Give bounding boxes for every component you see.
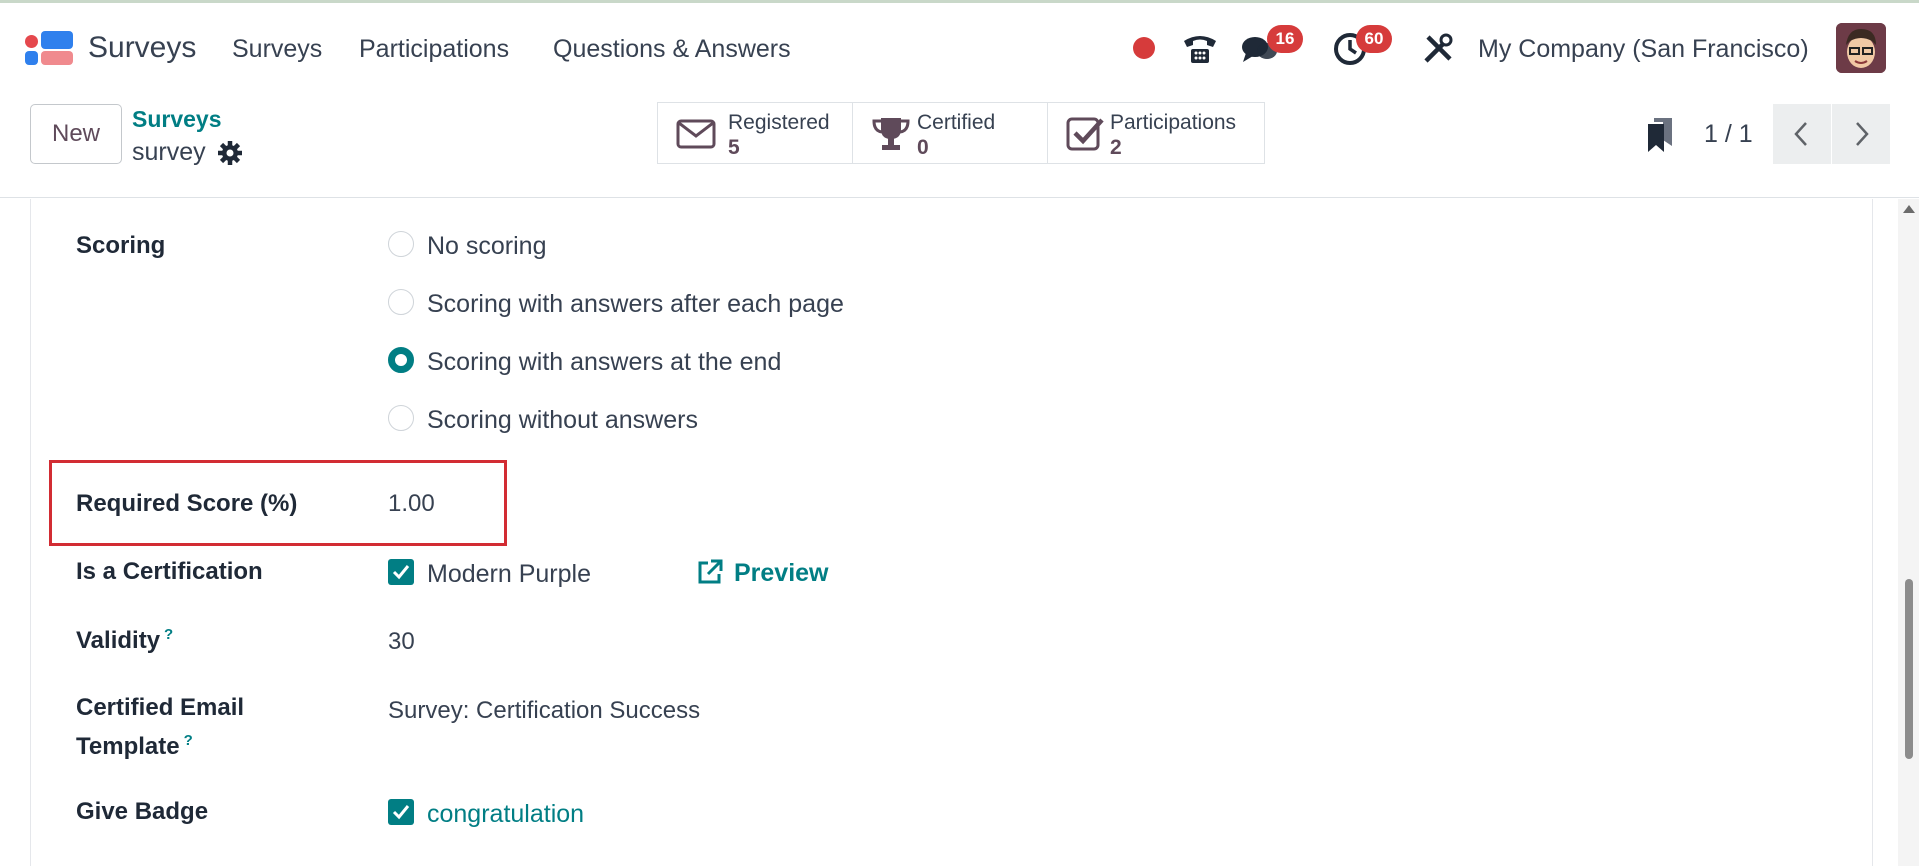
scrollbar-thumb[interactable] bbox=[1905, 579, 1913, 759]
highlight-box bbox=[49, 460, 507, 546]
scroll-up-arrow-icon[interactable] bbox=[1903, 205, 1915, 213]
email-template-select[interactable]: Survey: Certification Success bbox=[388, 697, 700, 725]
chevron-right-icon bbox=[1856, 122, 1869, 146]
top-navbar: Surveys Surveys Participations Questions… bbox=[0, 0, 1919, 92]
stat-registered-label: Registered bbox=[728, 111, 830, 134]
badge-link[interactable]: congratulation bbox=[427, 800, 584, 829]
radio-scoring-at-end-label[interactable]: Scoring with answers at the end bbox=[427, 348, 781, 377]
nav-questions-answers[interactable]: Questions & Answers bbox=[553, 35, 791, 64]
radio-no-scoring-label[interactable]: No scoring bbox=[427, 232, 547, 261]
email-template-label-line2: Template? bbox=[76, 732, 193, 761]
give-badge-label: Give Badge bbox=[76, 798, 209, 825]
radio-scoring-without-answers-label[interactable]: Scoring without answers bbox=[427, 406, 698, 435]
validity-label: Validity? bbox=[76, 626, 173, 655]
app-title[interactable]: Surveys bbox=[88, 31, 196, 65]
pager-value[interactable]: 1 / 1 bbox=[1704, 120, 1753, 149]
stat-participations-value: 2 bbox=[1110, 136, 1122, 159]
trophy-icon bbox=[871, 115, 911, 153]
radio-scoring-without-answers[interactable] bbox=[388, 405, 414, 431]
stat-certified-value: 0 bbox=[917, 136, 929, 159]
nav-participations[interactable]: Participations bbox=[359, 35, 509, 64]
recording-dot-icon[interactable] bbox=[1133, 37, 1155, 59]
certification-checkbox[interactable] bbox=[388, 559, 414, 585]
nav-surveys[interactable]: Surveys bbox=[232, 35, 322, 64]
vertical-scrollbar[interactable] bbox=[1898, 199, 1919, 866]
stat-participations-button[interactable]: Participations 2 bbox=[1047, 102, 1265, 164]
breadcrumb-current: survey bbox=[132, 138, 206, 166]
radio-scoring-after-each-page-label[interactable]: Scoring with answers after each page bbox=[427, 290, 844, 319]
gear-icon[interactable] bbox=[217, 140, 243, 166]
external-link-icon[interactable] bbox=[696, 558, 724, 586]
user-avatar[interactable] bbox=[1836, 23, 1886, 73]
radio-scoring-after-each-page[interactable] bbox=[388, 289, 414, 315]
certification-template-select[interactable]: Modern Purple bbox=[427, 560, 591, 589]
stat-certified-label: Certified bbox=[917, 111, 996, 134]
certification-label: Is a Certification bbox=[76, 558, 263, 585]
validity-label-text: Validity bbox=[76, 627, 161, 654]
app-logo-icon[interactable] bbox=[25, 31, 75, 67]
tools-icon[interactable] bbox=[1418, 29, 1458, 69]
preview-link[interactable]: Preview bbox=[734, 559, 829, 588]
scoring-label: Scoring bbox=[76, 232, 166, 259]
new-button[interactable]: New bbox=[30, 104, 122, 164]
messages-count-badge: 16 bbox=[1267, 25, 1303, 53]
validity-input[interactable]: 30 bbox=[388, 628, 415, 656]
pager-next-button[interactable] bbox=[1832, 104, 1890, 164]
stat-certified-button[interactable]: Certified 0 bbox=[852, 102, 1048, 164]
stat-registered-value: 5 bbox=[728, 136, 740, 159]
phone-icon[interactable] bbox=[1180, 29, 1220, 69]
breadcrumb-parent[interactable]: Surveys bbox=[132, 106, 222, 133]
envelope-icon bbox=[676, 115, 716, 153]
email-template-label-line1: Certified Email bbox=[76, 694, 245, 721]
stat-participations-label: Participations bbox=[1110, 111, 1237, 134]
give-badge-checkbox[interactable] bbox=[388, 799, 414, 825]
company-switcher[interactable]: My Company (San Francisco) bbox=[1478, 35, 1809, 64]
control-panel: New Surveys survey Registered 5 Certifie… bbox=[0, 92, 1919, 198]
check-icon bbox=[392, 805, 410, 820]
radio-no-scoring[interactable] bbox=[388, 231, 414, 257]
check-icon bbox=[392, 565, 410, 580]
stat-registered-button[interactable]: Registered 5 bbox=[657, 102, 853, 164]
check-square-icon bbox=[1066, 115, 1106, 153]
chevron-left-icon bbox=[1794, 122, 1807, 146]
bookmark-icon[interactable] bbox=[1645, 116, 1675, 154]
email-template-help-icon[interactable]: ? bbox=[184, 732, 193, 749]
validity-help-icon[interactable]: ? bbox=[164, 626, 173, 643]
activities-count-badge: 60 bbox=[1356, 25, 1392, 53]
pager-previous-button[interactable] bbox=[1773, 104, 1831, 164]
email-template-label-line2-text: Template bbox=[76, 733, 180, 760]
radio-scoring-at-end[interactable] bbox=[388, 347, 414, 373]
